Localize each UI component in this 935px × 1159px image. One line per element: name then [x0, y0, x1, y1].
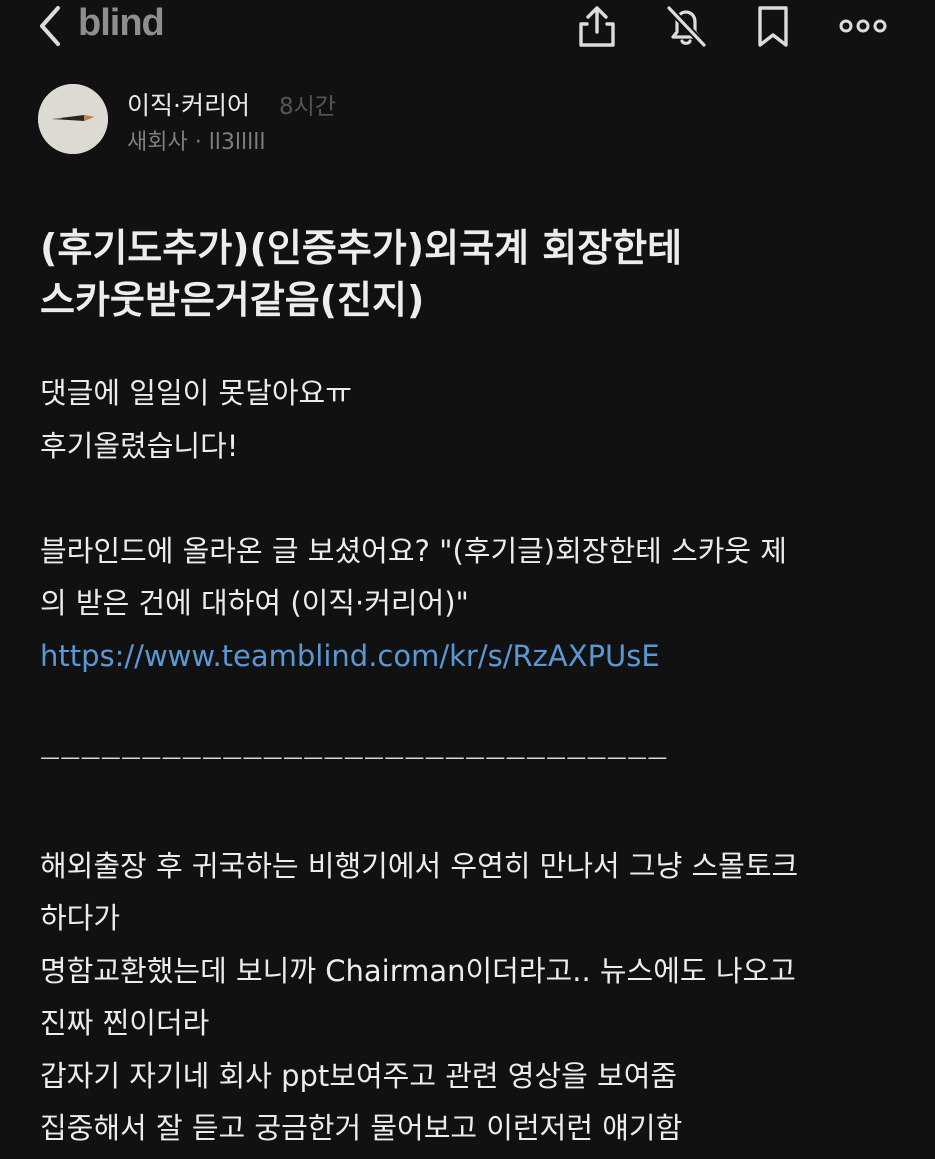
post-author: 이직·커리어 8시간 새회사 · ll3lllll — [38, 84, 898, 155]
bookmark-icon[interactable] — [751, 4, 795, 48]
post-title-line: 스카웃받은거같음(진지) — [40, 278, 425, 322]
blind-logo[interactable]: blind — [78, 2, 165, 45]
body-line: 의 받은 건에 대하여 (이직·커리어)" — [40, 586, 469, 620]
back-chevron-icon[interactable] — [34, 4, 66, 48]
post-link[interactable]: https://www.teamblind.com/kr/s/RzAXPUsE — [40, 630, 920, 683]
body-line: 후기올렸습니다! — [40, 428, 239, 463]
author-company: 새회사 · ll3lllll — [127, 130, 266, 155]
channel-name[interactable]: 이직·커리어 — [127, 86, 250, 122]
body-line — [40, 472, 920, 525]
body-line: 집중해서 잘 듣고 궁금한거 물어보고 이런저런 얘기함 — [40, 1111, 683, 1145]
post-body: 댓글에 일일이 못달아요ㅠ 후기올렸습니다! 블라인드에 올라온 글 보셨어요?… — [40, 367, 920, 1155]
post-title-line: (후기도추가)(인증추가)외국계 회장한테 — [40, 226, 683, 270]
post-title: (후기도추가)(인증추가)외국계 회장한테 스카웃받은거같음(진지) — [40, 222, 910, 326]
notification-off-icon[interactable] — [664, 4, 708, 49]
body-line: 갑자기 자기네 회사 ppt보여주고 관련 영상을 보여줌 — [40, 1058, 678, 1093]
channel-avatar[interactable] — [38, 84, 108, 154]
body-line: 하다가 — [40, 901, 121, 935]
body-line: 댓글에 일일이 못달아요ㅠ — [40, 376, 352, 410]
divider-line: ㅡㅡㅡㅡㅡㅡㅡㅡㅡㅡㅡㅡㅡㅡㅡㅡㅡㅡㅡㅡㅡㅡㅡㅡㅡㅡㅡㅡㅡㅡㅡ — [40, 747, 668, 773]
share-icon[interactable] — [575, 4, 619, 48]
body-line: 명함교환했는데 보니까 Chairman이더라고.. 뉴스에도 나오고 — [40, 953, 796, 988]
fountain-pen-icon — [38, 84, 108, 154]
top-navigation-bar: blind — [0, 0, 935, 56]
body-line — [40, 787, 920, 840]
body-line — [40, 682, 920, 735]
body-line: 진짜 찐이더라 — [40, 1006, 210, 1040]
more-icon[interactable] — [838, 4, 888, 48]
body-line: 블라인드에 올라온 글 보셨어요? "(후기글)회장한테 스카웃 제 — [40, 533, 787, 568]
post-time: 8시간 — [279, 94, 336, 120]
body-line: 해외출장 후 귀국하는 비행기에서 우연히 만나서 그냥 스몰토크 — [40, 848, 799, 883]
